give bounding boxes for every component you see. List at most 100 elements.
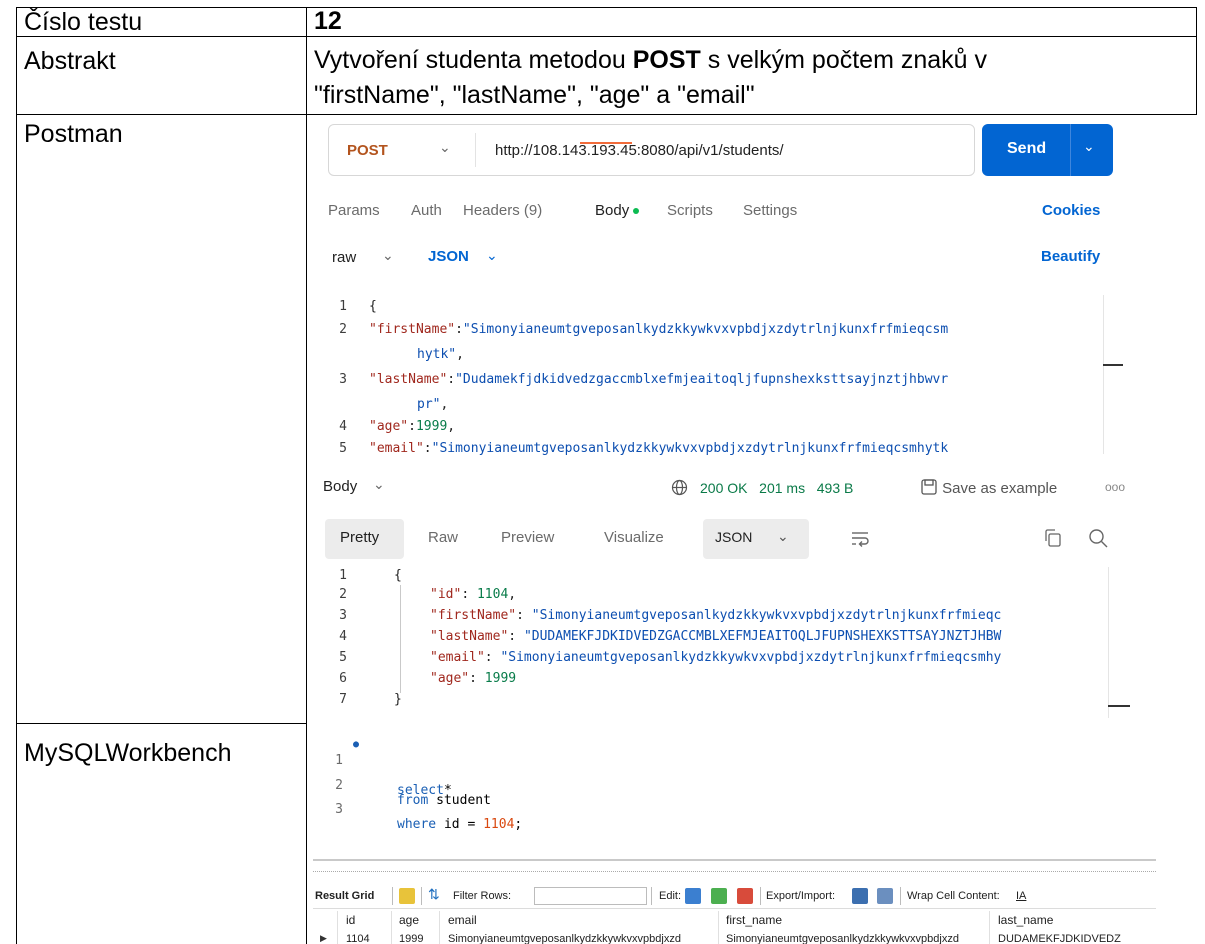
json-comma: , bbox=[456, 347, 464, 362]
globe-icon[interactable] bbox=[671, 479, 688, 496]
chevron-down-icon[interactable]: ⌄ bbox=[373, 476, 385, 493]
view-preview[interactable]: Preview bbox=[501, 529, 554, 546]
url-divider bbox=[475, 133, 476, 167]
statement-marker-icon: ● bbox=[353, 739, 360, 750]
response-format-select[interactable]: JSON ⌄ bbox=[703, 519, 809, 559]
cell-last-name[interactable]: DUDAMEKFJDKIDVEDZ bbox=[998, 933, 1121, 944]
json-comma: , bbox=[508, 587, 517, 602]
beautify-button[interactable]: Beautify bbox=[1041, 248, 1100, 265]
result-grid-tab[interactable]: Result Grid bbox=[315, 890, 374, 902]
wrap-cell-icon[interactable]: IA bbox=[1016, 890, 1026, 902]
response-status: 200 OK 201 ms 493 B bbox=[700, 480, 853, 496]
abstract-text-a: Vytvoření studenta metodou bbox=[314, 46, 633, 74]
search-icon[interactable] bbox=[1087, 527, 1109, 549]
table-border-right bbox=[1196, 7, 1197, 115]
view-raw[interactable]: Raw bbox=[428, 529, 458, 546]
column-header-last-name[interactable]: last_name bbox=[998, 913, 1053, 927]
sql-text: id = bbox=[436, 817, 484, 832]
tab-headers[interactable]: Headers (9) bbox=[463, 202, 542, 219]
json-comma: , bbox=[440, 397, 449, 412]
json-value: pr" bbox=[417, 397, 441, 412]
save-as-example-button[interactable]: Save as example bbox=[920, 478, 1057, 497]
chevron-down-icon[interactable]: ⌄ bbox=[382, 247, 394, 264]
send-divider bbox=[1070, 124, 1071, 176]
chevron-down-icon[interactable]: ⌄ bbox=[486, 247, 498, 264]
cell-id[interactable]: 1104 bbox=[346, 933, 370, 944]
tab-settings[interactable]: Settings bbox=[743, 202, 797, 219]
row-pointer-icon: ▶ bbox=[320, 933, 327, 943]
response-body-viewer[interactable]: 1{ 2 "id": 1104, 3 "firstName": "Simonyian… bbox=[313, 567, 1131, 718]
line-number: 4 bbox=[339, 419, 347, 434]
request-body-editor[interactable]: 1{ 2 "firstName":"Simonyianeumtgveposanlk… bbox=[313, 295, 1131, 456]
mysql-workbench-screenshot: 1 ● select* 2 from student 3 where id = … bbox=[313, 730, 1156, 944]
format-label: JSON bbox=[715, 529, 753, 545]
view-visualize[interactable]: Visualize bbox=[604, 529, 664, 546]
response-time: 201 ms bbox=[759, 480, 806, 496]
line-number: 7 bbox=[339, 692, 347, 707]
more-options-icon[interactable]: ooo bbox=[1105, 480, 1125, 494]
send-button[interactable]: Send ⌄ bbox=[982, 124, 1113, 176]
add-row-icon[interactable] bbox=[711, 888, 727, 904]
chevron-down-icon[interactable]: ⌄ bbox=[439, 139, 451, 156]
tab-body[interactable]: Body bbox=[595, 202, 640, 219]
export-import-label: Export/Import: bbox=[766, 890, 836, 902]
refresh-icon[interactable]: ⇅ bbox=[428, 886, 440, 903]
line-number: 6 bbox=[339, 671, 347, 686]
body-mode-select[interactable]: raw bbox=[332, 249, 356, 266]
sql-keyword: where bbox=[397, 817, 437, 832]
editor-scrollbar[interactable] bbox=[1103, 295, 1104, 454]
tab-scripts[interactable]: Scripts bbox=[667, 202, 713, 219]
cell-first-name[interactable]: Simonyianeumtgveposanlkydzkkywkvxvpbdjxz… bbox=[726, 933, 959, 944]
tab-auth[interactable]: Auth bbox=[411, 202, 442, 219]
response-section-select[interactable]: Body bbox=[323, 478, 357, 495]
body-format-select[interactable]: JSON bbox=[428, 248, 469, 265]
cell-age[interactable]: 1999 bbox=[399, 933, 423, 944]
wrap-cell-label: Wrap Cell Content: bbox=[907, 890, 1000, 902]
test-number-value: 12 bbox=[314, 7, 342, 35]
column-header-first-name[interactable]: first_name bbox=[726, 913, 782, 927]
toolbar-separator bbox=[760, 887, 761, 905]
chevron-down-icon[interactable]: ⌄ bbox=[1083, 138, 1095, 155]
import-icon[interactable] bbox=[877, 888, 893, 904]
delete-row-icon[interactable] bbox=[737, 888, 753, 904]
column-header-id[interactable]: id bbox=[346, 913, 355, 927]
json-key: "firstName" bbox=[369, 322, 456, 337]
sql-line: 3 where id = 1104; bbox=[313, 787, 522, 847]
json-value: "DUDAMEKFJDKIDVEDZGACCMBLXEFMJEAITOQLJFU… bbox=[523, 629, 1002, 644]
url-bar[interactable]: POST ⌄ http://108.143.193.45:8080/api/v1… bbox=[328, 124, 975, 176]
json-key: "firstName" bbox=[430, 608, 517, 623]
method-select[interactable]: POST bbox=[347, 142, 388, 159]
column-header-email[interactable]: email bbox=[448, 913, 477, 927]
result-grid-toolbar: Result Grid ⇅ Filter Rows: Edit: Export/… bbox=[313, 885, 1156, 909]
json-value: hytk" bbox=[417, 347, 457, 362]
column-header-age[interactable]: age bbox=[399, 913, 419, 927]
viewer-scrollbar[interactable] bbox=[1108, 567, 1109, 718]
json-number: 1104 bbox=[476, 587, 509, 602]
export-icon[interactable] bbox=[852, 888, 868, 904]
pane-divider[interactable] bbox=[313, 859, 1156, 861]
url-input[interactable]: http://108.143.193.45:8080/api/v1/studen… bbox=[495, 142, 784, 159]
status-code: 200 OK bbox=[700, 480, 748, 496]
json-number: 1999 bbox=[484, 671, 517, 686]
filter-rows-label: Filter Rows: bbox=[453, 890, 512, 902]
json-key: "email" bbox=[430, 650, 485, 665]
cookies-link[interactable]: Cookies bbox=[1042, 202, 1100, 219]
filter-rows-input[interactable] bbox=[534, 887, 647, 905]
edit-row-icon[interactable] bbox=[685, 888, 701, 904]
active-tab-indicator bbox=[580, 142, 632, 144]
json-value: "Simonyianeumtgveposanlkydzkkywkvxvpbdjx… bbox=[431, 441, 949, 456]
pane-divider-dotted bbox=[313, 871, 1156, 872]
abstract-line-1: Vytvoření studenta metodou POST s velkým… bbox=[314, 44, 987, 76]
json-number: 1999 bbox=[415, 419, 448, 434]
json-sep: : bbox=[408, 419, 416, 434]
grid-view-icon[interactable] bbox=[399, 888, 415, 904]
cell-email[interactable]: Simonyianeumtgveposanlkydzkkywkvxvpbdjxz… bbox=[448, 933, 681, 944]
table-row[interactable]: ▶ 1104 1999 Simonyianeumtgveposanlkydzkk… bbox=[313, 931, 1156, 944]
copy-icon[interactable] bbox=[1043, 528, 1063, 548]
label-mysqlworkbench: MySQLWorkbench bbox=[24, 739, 232, 767]
table-border-top bbox=[16, 7, 1197, 8]
wrap-lines-icon[interactable] bbox=[848, 526, 872, 550]
tab-params[interactable]: Params bbox=[328, 202, 380, 219]
chevron-down-icon: ⌄ bbox=[777, 528, 789, 544]
view-pretty[interactable]: Pretty bbox=[340, 529, 379, 546]
